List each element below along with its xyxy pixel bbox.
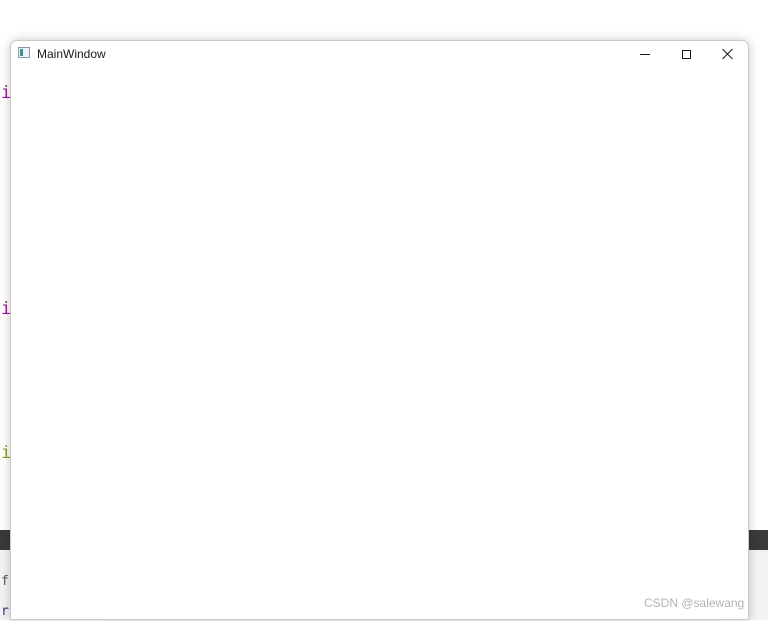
minimize-button[interactable] <box>625 41 665 67</box>
background-code-glyph: r <box>1 604 9 619</box>
close-icon <box>722 48 734 60</box>
background-code-glyph: f <box>1 574 9 589</box>
watermark: CSDN @salewang <box>644 596 745 610</box>
maximize-button[interactable] <box>666 41 706 67</box>
maximize-icon <box>681 49 691 59</box>
window-title: MainWindow <box>37 47 106 61</box>
main-window: MainWindow <box>10 40 749 620</box>
app-window-icon <box>18 47 30 58</box>
window-titlebar[interactable]: MainWindow <box>11 41 748 67</box>
window-client-area <box>11 67 748 619</box>
minimize-icon <box>640 53 650 55</box>
close-button[interactable] <box>708 41 748 67</box>
